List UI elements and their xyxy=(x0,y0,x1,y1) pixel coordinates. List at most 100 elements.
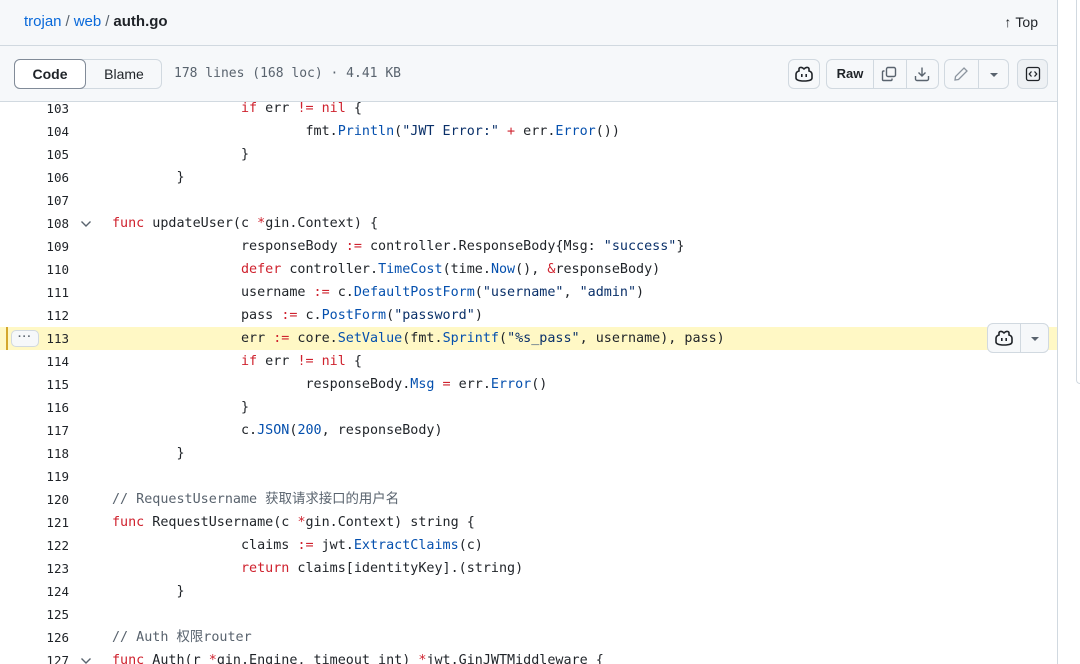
code-token: if xyxy=(241,102,258,116)
top-link[interactable]: ↑ Top xyxy=(1004,13,1038,31)
code-token: () xyxy=(531,377,548,392)
line-number[interactable]: 123 xyxy=(30,557,69,580)
code-line[interactable]: 125 xyxy=(0,603,1057,626)
code-line[interactable]: 126 // Auth 权限router xyxy=(0,626,1057,649)
code-line[interactable]: 124 } xyxy=(0,580,1057,603)
code-text: c.JSON(200, responseBody) xyxy=(112,419,443,442)
code-line[interactable]: 117 c.JSON(200, responseBody) xyxy=(0,419,1057,442)
code-line[interactable]: 108 func updateUser(c *gin.Context) { xyxy=(0,212,1057,235)
code-token: err xyxy=(257,354,298,369)
code-line[interactable]: 109 responseBody := controller.ResponseB… xyxy=(0,235,1057,258)
code-token: 200 xyxy=(297,423,322,438)
code-line[interactable]: 119 xyxy=(0,465,1057,488)
copilot-button[interactable] xyxy=(788,59,820,89)
line-number[interactable]: 105 xyxy=(30,143,69,166)
code-tab-button[interactable]: Code xyxy=(14,59,86,89)
symbols-panel-button[interactable] xyxy=(1017,59,1048,89)
line-number[interactable]: 111 xyxy=(30,281,69,304)
copilot-icon xyxy=(795,66,813,82)
code-line[interactable]: 122 claims := jwt.ExtractClaims(c) xyxy=(0,534,1057,557)
line-number[interactable]: 104 xyxy=(30,120,69,143)
code-token: (time. xyxy=(442,262,491,277)
code-token: gin.Engine, timeout int) xyxy=(216,653,419,664)
line-number[interactable]: 112 xyxy=(30,304,69,327)
blame-tab-button[interactable]: Blame xyxy=(86,60,162,88)
line-number[interactable]: 110 xyxy=(30,258,69,281)
line-number[interactable]: 122 xyxy=(30,534,69,557)
line-number[interactable]: 109 xyxy=(30,235,69,258)
code-line[interactable]: 118 } xyxy=(0,442,1057,465)
code-line[interactable]: 127 func Auth(r *gin.Engine, timeout int)… xyxy=(0,649,1057,664)
line-copilot-button[interactable] xyxy=(988,324,1021,352)
code-token: { xyxy=(345,354,362,369)
code-token: c. xyxy=(329,285,354,300)
code-token: } xyxy=(112,147,250,162)
breadcrumb: trojan / web / auth.go xyxy=(24,13,168,31)
chevron-down-icon[interactable] xyxy=(80,220,92,228)
code-token: ExtractClaims xyxy=(353,538,459,553)
line-number[interactable]: 119 xyxy=(30,465,69,488)
line-number[interactable]: 103 xyxy=(30,102,69,120)
code-line[interactable]: 112 pass := c.PostForm("password") xyxy=(0,304,1057,327)
line-number[interactable]: 113 xyxy=(30,327,69,350)
code-token: core. xyxy=(289,331,338,346)
breadcrumb-dir-link[interactable]: web xyxy=(74,13,102,30)
line-number[interactable]: 116 xyxy=(30,396,69,419)
line-number[interactable]: 118 xyxy=(30,442,69,465)
code-token: fmt. xyxy=(112,124,338,139)
edit-dropdown-button[interactable] xyxy=(978,60,1009,88)
line-number[interactable]: 124 xyxy=(30,580,69,603)
code-token: * xyxy=(297,515,306,530)
code-line[interactable]: 110 defer controller.TimeCost(time.Now()… xyxy=(0,258,1057,281)
code-token: := xyxy=(281,308,298,323)
line-copilot-dropdown[interactable] xyxy=(1020,324,1049,352)
code-token: jwt.GinJWTMiddleware { xyxy=(426,653,604,664)
code-token: func xyxy=(112,653,145,664)
code-line[interactable]: 106 } xyxy=(0,166,1057,189)
code-token: responseBody. xyxy=(112,377,411,392)
edit-file-button[interactable] xyxy=(945,60,979,88)
download-button[interactable] xyxy=(906,60,939,88)
code-token: != xyxy=(297,102,314,116)
code-token: func xyxy=(112,515,145,530)
code-token: "%s_pass" xyxy=(507,331,580,346)
code-line[interactable]: 115 responseBody.Msg = err.Error() xyxy=(0,373,1057,396)
code-token: c. xyxy=(297,308,322,323)
line-number[interactable]: 107 xyxy=(30,189,69,212)
breadcrumb-separator: / xyxy=(105,13,110,30)
code-line[interactable]: 107 xyxy=(0,189,1057,212)
code-line[interactable]: 104 fmt.Println("JWT Error:" + err.Error… xyxy=(0,120,1057,143)
code-line[interactable]: 121 func RequestUsername(c *gin.Context) … xyxy=(0,511,1057,534)
code-line[interactable]: 120 // RequestUsername 获取请求接口的用户名 xyxy=(0,488,1057,511)
code-text: } xyxy=(112,166,184,189)
line-number[interactable]: 115 xyxy=(30,373,69,396)
chevron-down-icon[interactable] xyxy=(80,657,92,664)
code-token: err. xyxy=(450,377,491,392)
code-line[interactable]: 103 if err != nil { xyxy=(0,102,1057,120)
code-line[interactable]: 111 username := c.DefaultPostForm("usern… xyxy=(0,281,1057,304)
code-token: != xyxy=(297,354,314,369)
line-number[interactable]: 106 xyxy=(30,166,69,189)
line-number[interactable]: 114 xyxy=(30,350,69,373)
line-number[interactable]: 121 xyxy=(30,511,69,534)
code-token: PostForm xyxy=(321,308,387,323)
raw-button[interactable]: Raw xyxy=(827,60,874,88)
code-text: return claims[identityKey].(string) xyxy=(112,557,523,580)
top-link-label: Top xyxy=(1015,14,1038,30)
copy-raw-button[interactable] xyxy=(873,60,907,88)
code-line[interactable]: 105 } xyxy=(0,143,1057,166)
code-line[interactable]: ··· 113 err := core.SetValue(fmt.Sprintf(… xyxy=(0,323,1057,353)
code-line[interactable]: 123 return claims[identityKey].(string) xyxy=(0,557,1057,580)
code-line[interactable]: 116 } xyxy=(0,396,1057,419)
line-number[interactable]: 108 xyxy=(30,212,69,235)
line-number[interactable]: 125 xyxy=(30,603,69,626)
line-number[interactable]: 126 xyxy=(30,626,69,649)
line-number[interactable]: 120 xyxy=(30,488,69,511)
code-line[interactable]: 114 if err != nil { xyxy=(0,350,1057,373)
code-text: claims := jwt.ExtractClaims(c) xyxy=(112,534,483,557)
line-number[interactable]: 117 xyxy=(30,419,69,442)
line-number[interactable]: 127 xyxy=(30,649,69,664)
breadcrumb-repo-link[interactable]: trojan xyxy=(24,13,62,30)
